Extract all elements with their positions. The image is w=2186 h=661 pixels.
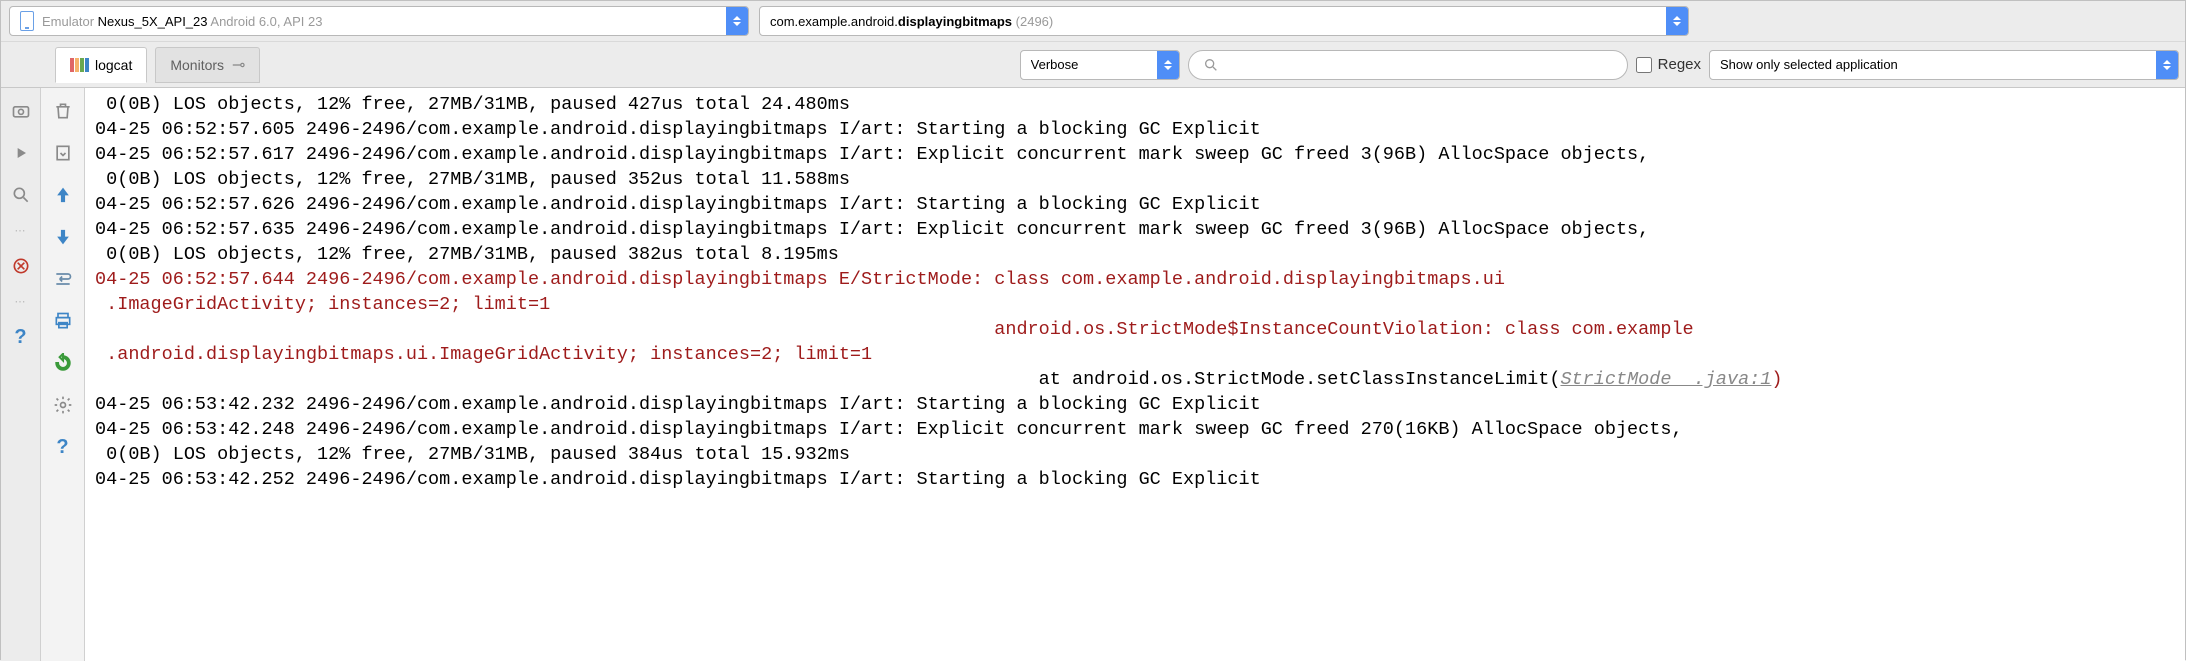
log-line[interactable]: 04-25 06:52:57.635 2496-2496/com.example… — [95, 217, 2175, 242]
regex-checkbox[interactable] — [1636, 57, 1652, 73]
device-selector[interactable]: Emulator Nexus_5X_API_23 Android 6.0, AP… — [9, 6, 749, 36]
scroll-end-button[interactable] — [50, 140, 76, 166]
log-line[interactable]: 04-25 06:52:57.644 2496-2496/com.example… — [95, 267, 2175, 292]
log-line[interactable]: android.os.StrictMode$InstanceCountViola… — [95, 317, 2175, 342]
screenshot-button[interactable] — [8, 98, 34, 124]
device-selector-text: Emulator Nexus_5X_API_23 Android 6.0, AP… — [42, 14, 718, 29]
main-area: ⋯ ⋯ ? ? 0(0B) LOS obj — [1, 87, 2185, 661]
chevron-updown-icon — [726, 7, 748, 35]
regex-toggle[interactable]: Regex — [1636, 56, 1701, 73]
device-process-bar: Emulator Nexus_5X_API_23 Android 6.0, AP… — [1, 1, 2185, 41]
filter-value: Show only selected application — [1720, 57, 2148, 72]
process-selector-text: com.example.android.displayingbitmaps (2… — [770, 14, 1658, 29]
restart-button[interactable] — [50, 350, 76, 376]
regex-label: Regex — [1658, 56, 1701, 73]
tab-logcat[interactable]: logcat — [55, 47, 147, 83]
soft-wrap-button[interactable] — [50, 266, 76, 292]
log-line[interactable]: 04-25 06:52:57.617 2496-2496/com.example… — [95, 142, 2175, 167]
log-line[interactable]: 0(0B) LOS objects, 12% free, 27MB/31MB, … — [95, 442, 2175, 467]
log-line[interactable]: .ImageGridActivity; instances=2; limit=1 — [95, 292, 2175, 317]
down-stack-button[interactable] — [50, 224, 76, 250]
search-icon — [1203, 57, 1219, 73]
print-button[interactable] — [50, 308, 76, 334]
chevron-updown-icon — [2156, 51, 2178, 79]
tab-monitors-label: Monitors — [170, 57, 224, 73]
log-line[interactable]: .android.displayingbitmaps.ui.ImageGridA… — [95, 342, 2175, 367]
log-line[interactable]: 0(0B) LOS objects, 12% free, 27MB/31MB, … — [95, 167, 2175, 192]
separator: ⋯ — [15, 295, 27, 308]
chevron-updown-icon — [1157, 51, 1179, 79]
record-button[interactable] — [8, 140, 34, 166]
device-icon — [20, 11, 34, 31]
clear-log-button[interactable] — [50, 98, 76, 124]
terminate-button[interactable] — [8, 253, 34, 279]
help-button[interactable]: ? — [8, 324, 34, 350]
up-stack-button[interactable] — [50, 182, 76, 208]
log-line[interactable]: 04-25 06:53:42.252 2496-2496/com.example… — [95, 467, 2175, 492]
logcat-toolbar: logcat Monitors ⊸ Verbose Regex Show onl… — [1, 41, 2185, 87]
log-level-selector[interactable]: Verbose — [1020, 50, 1180, 80]
log-line[interactable]: 04-25 06:53:42.232 2496-2496/com.example… — [95, 392, 2175, 417]
log-line[interactable]: 0(0B) LOS objects, 12% free, 27MB/31MB, … — [95, 242, 2175, 267]
log-line[interactable]: 0(0B) LOS objects, 12% free, 27MB/31MB, … — [95, 92, 2175, 117]
tab-monitors[interactable]: Monitors ⊸ — [155, 47, 260, 83]
log-line[interactable]: 04-25 06:53:42.248 2496-2496/com.example… — [95, 417, 2175, 442]
process-selector[interactable]: com.example.android.displayingbitmaps (2… — [759, 6, 1689, 36]
log-line[interactable]: at android.os.StrictMode.setClassInstanc… — [95, 367, 2175, 392]
log-output[interactable]: 0(0B) LOS objects, 12% free, 27MB/31MB, … — [85, 88, 2185, 661]
log-level-value: Verbose — [1031, 57, 1149, 72]
settings-button[interactable] — [50, 392, 76, 418]
log-search-input[interactable] — [1227, 57, 1613, 73]
log-line[interactable]: 04-25 06:52:57.626 2496-2496/com.example… — [95, 192, 2175, 217]
tab-logcat-label: logcat — [95, 57, 132, 73]
log-line[interactable]: 04-25 06:52:57.605 2496-2496/com.example… — [95, 117, 2175, 142]
inspect-button[interactable] — [8, 182, 34, 208]
log-search[interactable] — [1188, 50, 1628, 80]
logcat-icon — [70, 58, 89, 72]
filter-selector[interactable]: Show only selected application — [1709, 50, 2179, 80]
inner-tool-strip: ? — [41, 88, 85, 661]
help-inner-button[interactable]: ? — [50, 434, 76, 460]
chevron-updown-icon — [1666, 7, 1688, 35]
pin-icon: ⊸ — [232, 55, 245, 75]
outer-tool-strip: ⋯ ⋯ ? — [1, 88, 41, 661]
separator: ⋯ — [15, 224, 27, 237]
